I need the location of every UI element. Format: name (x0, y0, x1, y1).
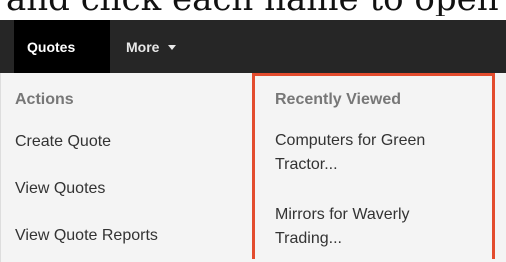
tab-quotes[interactable]: Quotes (14, 20, 110, 73)
recent-item-line: Tractor... (275, 156, 338, 173)
navigation-bar: Quotes More (0, 20, 506, 73)
actions-heading: Actions (15, 91, 74, 108)
recent-item-line: Mirrors for Waverly (275, 206, 410, 223)
recently-viewed-highlight: Recently Viewed Computers for Green Trac… (252, 73, 495, 259)
recent-item-line: Computers for Green (275, 132, 426, 149)
recent-item-computers-green-tractor[interactable]: Computers for Green Tractor... (275, 129, 425, 177)
recently-viewed-heading: Recently Viewed (275, 91, 401, 108)
recent-item-line: Trading... (275, 230, 342, 247)
tab-quotes-label: Quotes (27, 38, 76, 55)
document-text: and click each name to open th (6, 0, 506, 16)
tab-more[interactable]: More (110, 20, 220, 73)
caret-down-icon (168, 45, 177, 50)
recent-item-mirrors-waverly-trading[interactable]: Mirrors for Waverly Trading... (275, 203, 410, 251)
tab-more-label: More (126, 38, 160, 55)
view-quotes-link[interactable]: View Quotes (15, 177, 105, 201)
create-quote-link[interactable]: Create Quote (15, 130, 111, 154)
view-quote-reports-link[interactable]: View Quote Reports (15, 224, 158, 248)
